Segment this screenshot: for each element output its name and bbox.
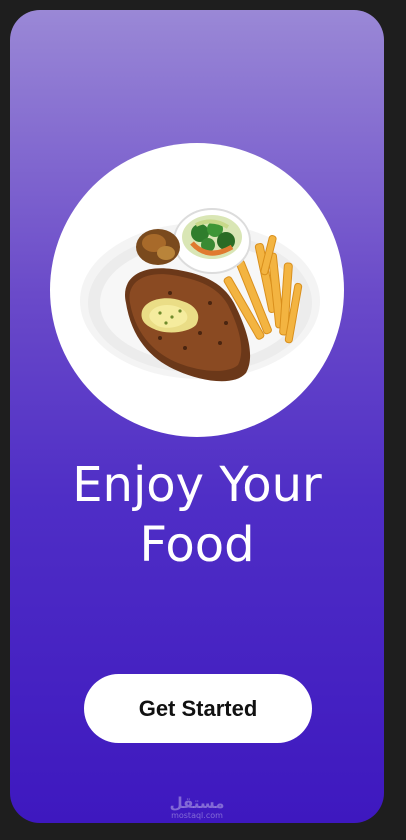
watermark-main-text: مستقل bbox=[169, 794, 225, 812]
page-title: Enjoy Your Food bbox=[10, 455, 384, 575]
app-screen: Enjoy Your Food Get Started مستقل mostaq… bbox=[10, 10, 384, 823]
steak-plate-image bbox=[80, 208, 320, 382]
page-title-line-1: Enjoy Your bbox=[72, 457, 322, 513]
get-started-button[interactable]: Get Started bbox=[84, 674, 312, 743]
hero-image-circle bbox=[50, 143, 344, 437]
watermark-logo: مستقل mostaql.com bbox=[10, 796, 384, 820]
page-title-line-2: Food bbox=[139, 517, 255, 573]
watermark-url-text: mostaql.com bbox=[171, 811, 223, 820]
